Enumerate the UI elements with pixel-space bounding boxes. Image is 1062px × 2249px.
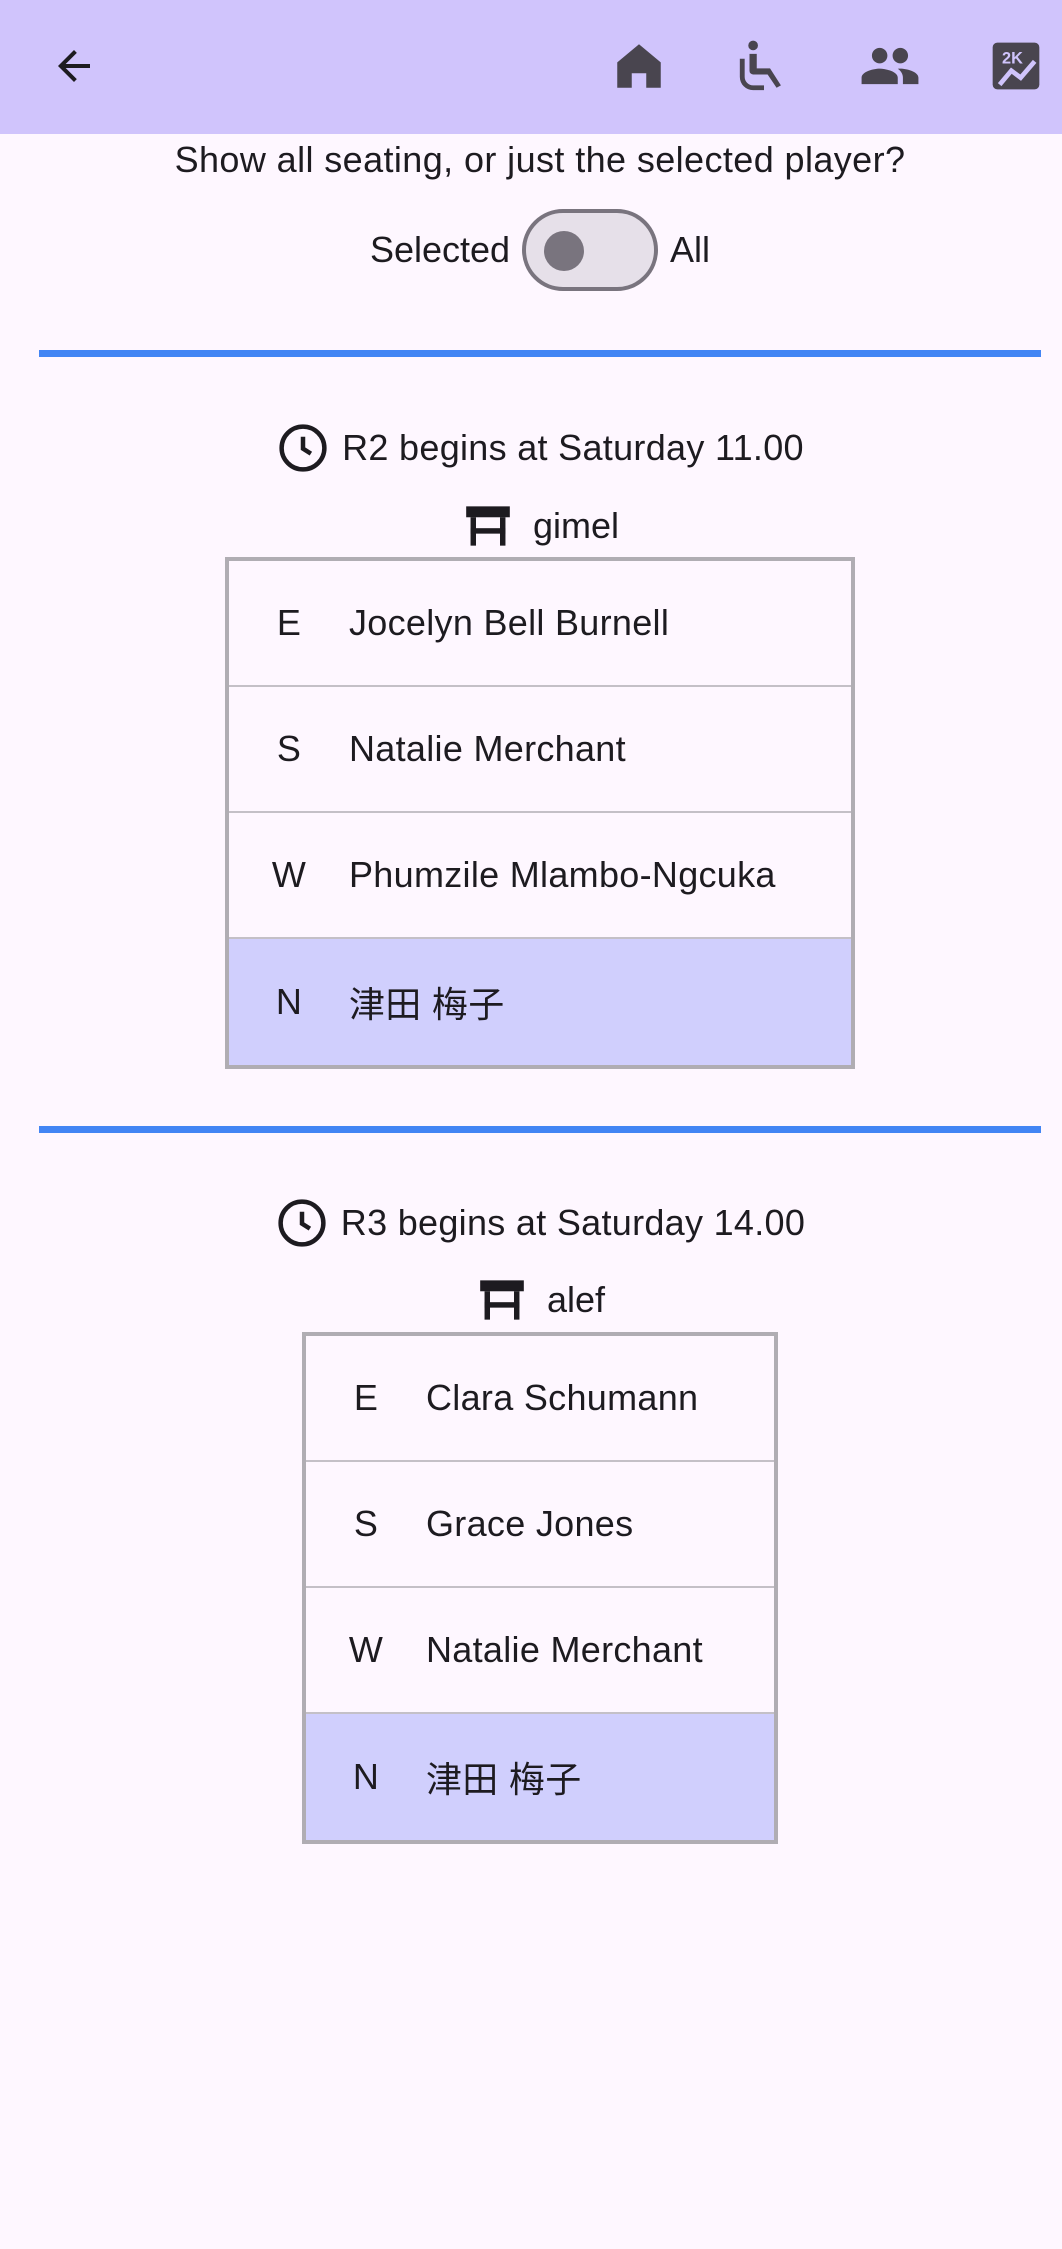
- seat-row: S Grace Jones: [306, 1462, 774, 1588]
- toggle-label-selected: Selected: [369, 229, 511, 270]
- seating-filter-prompt: Show all seating, or just the selected p…: [174, 139, 906, 180]
- people-icon: [861, 47, 919, 85]
- seat-direction: S: [353, 1503, 379, 1544]
- seat-direction: E: [276, 602, 302, 643]
- seating-table: E Clara Schumann S Grace Jones W Natalie…: [302, 1332, 778, 1844]
- table-name: gimel: [532, 505, 620, 546]
- seat-row: S Natalie Merchant: [229, 687, 851, 813]
- round-time: R2 begins at Saturday 11.00: [0, 418, 1062, 478]
- player-name: Clara Schumann: [426, 1377, 699, 1418]
- player-name: 津田 梅子: [426, 1759, 582, 1800]
- player-name: 津田 梅子: [349, 984, 505, 1025]
- round-time: R3 begins at Saturday 14.00: [0, 1193, 1062, 1253]
- seat-direction: S: [276, 728, 302, 769]
- player-name: Grace Jones: [426, 1503, 634, 1544]
- scores-icon: 2K: [992, 42, 1040, 90]
- seat-direction: W: [348, 1629, 384, 1670]
- svg-text:2K: 2K: [1002, 50, 1023, 68]
- seat-row: W Natalie Merchant: [306, 1588, 774, 1714]
- seat-icon: [739, 40, 781, 91]
- table-label: alef: [0, 1270, 1062, 1330]
- seating-table: E Jocelyn Bell Burnell S Natalie Merchan…: [225, 557, 855, 1069]
- player-name: Phumzile Mlambo-Ngcuka: [349, 854, 776, 895]
- back-button[interactable]: [36, 28, 112, 104]
- seat-direction: E: [353, 1377, 379, 1418]
- seat-row: E Clara Schumann: [306, 1336, 774, 1462]
- home-button[interactable]: [599, 26, 679, 106]
- arrow-left-icon: [58, 50, 90, 82]
- player-name: Natalie Merchant: [426, 1629, 703, 1670]
- clock-icon: [279, 424, 327, 472]
- seating-filter-toggle-row: Selected All: [0, 209, 1062, 291]
- seating-filter-switch[interactable]: [522, 209, 659, 291]
- seat-row-selected-player: N 津田 梅子: [306, 1714, 774, 1840]
- seating-button[interactable]: [724, 26, 804, 106]
- people-button[interactable]: [850, 26, 930, 106]
- seat-direction: W: [271, 854, 307, 895]
- seat-direction: N: [275, 981, 303, 1022]
- section-divider: [39, 1126, 1041, 1133]
- table-label: gimel: [0, 496, 1062, 556]
- scores-button[interactable]: 2K: [976, 26, 1056, 106]
- seat-row-selected-player: N 津田 梅子: [229, 939, 851, 1065]
- player-name: Natalie Merchant: [349, 728, 626, 769]
- clock-icon: [278, 1199, 326, 1247]
- seat-row: W Phumzile Mlambo-Ngcuka: [229, 813, 851, 939]
- section-divider: [39, 350, 1041, 357]
- table-icon: [466, 506, 510, 546]
- home-icon: [617, 44, 661, 88]
- player-name: Jocelyn Bell Burnell: [349, 602, 670, 643]
- app-bar: 2K: [0, 0, 1062, 134]
- switch-knob: [544, 231, 585, 271]
- toggle-label-all: All: [670, 229, 711, 270]
- seat-row: E Jocelyn Bell Burnell: [229, 561, 851, 687]
- round-time-text: R3 begins at Saturday 14.00: [340, 1202, 806, 1243]
- round-time-text: R2 begins at Saturday 11.00: [342, 427, 804, 468]
- table-name: alef: [546, 1279, 606, 1320]
- seat-direction: N: [352, 1756, 380, 1797]
- table-icon: [480, 1280, 524, 1320]
